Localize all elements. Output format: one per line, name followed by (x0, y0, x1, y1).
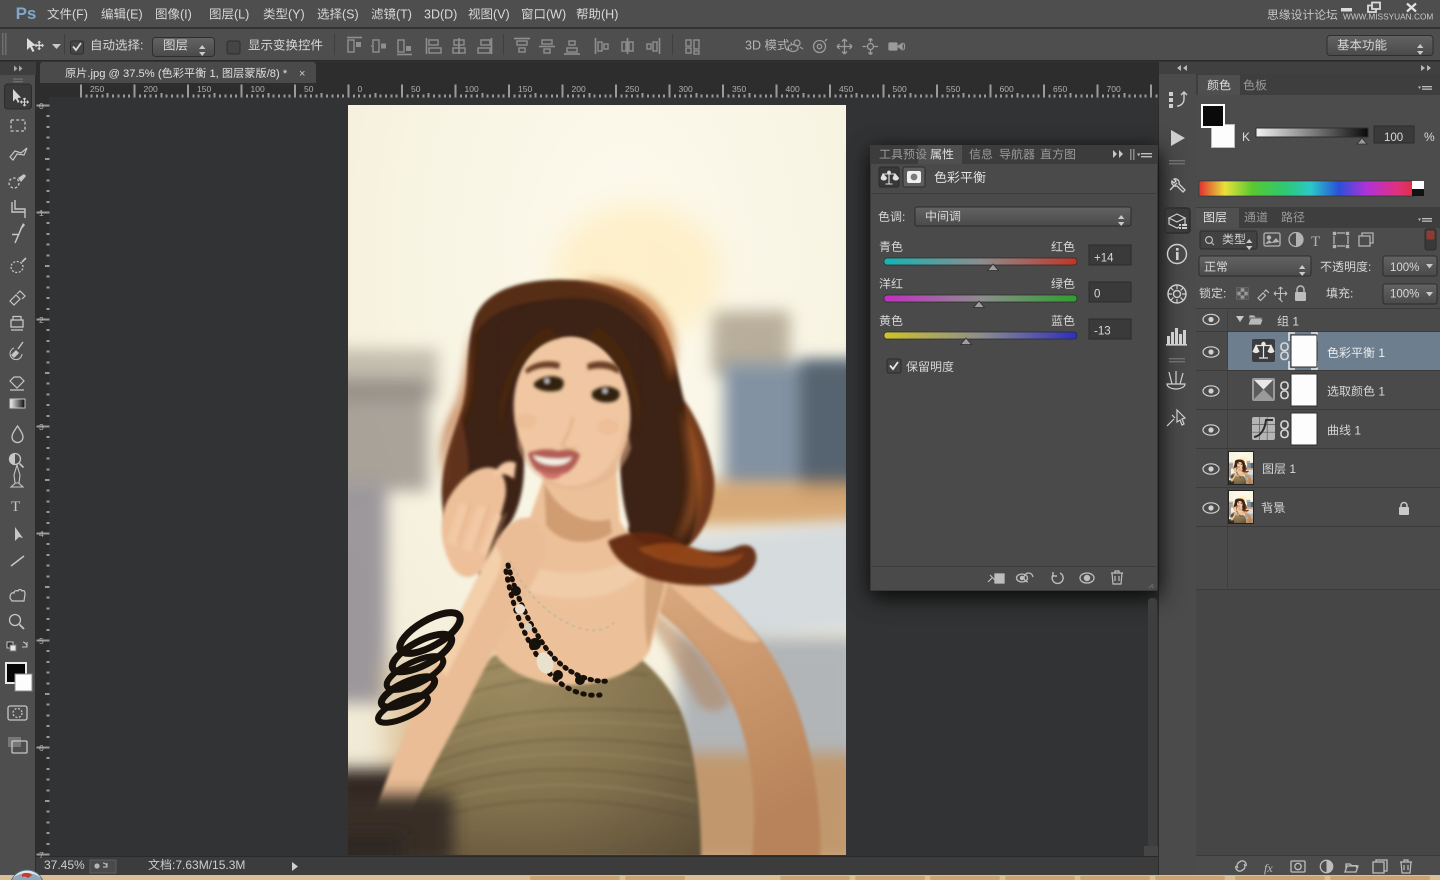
svg-text:T: T (11, 499, 20, 515)
